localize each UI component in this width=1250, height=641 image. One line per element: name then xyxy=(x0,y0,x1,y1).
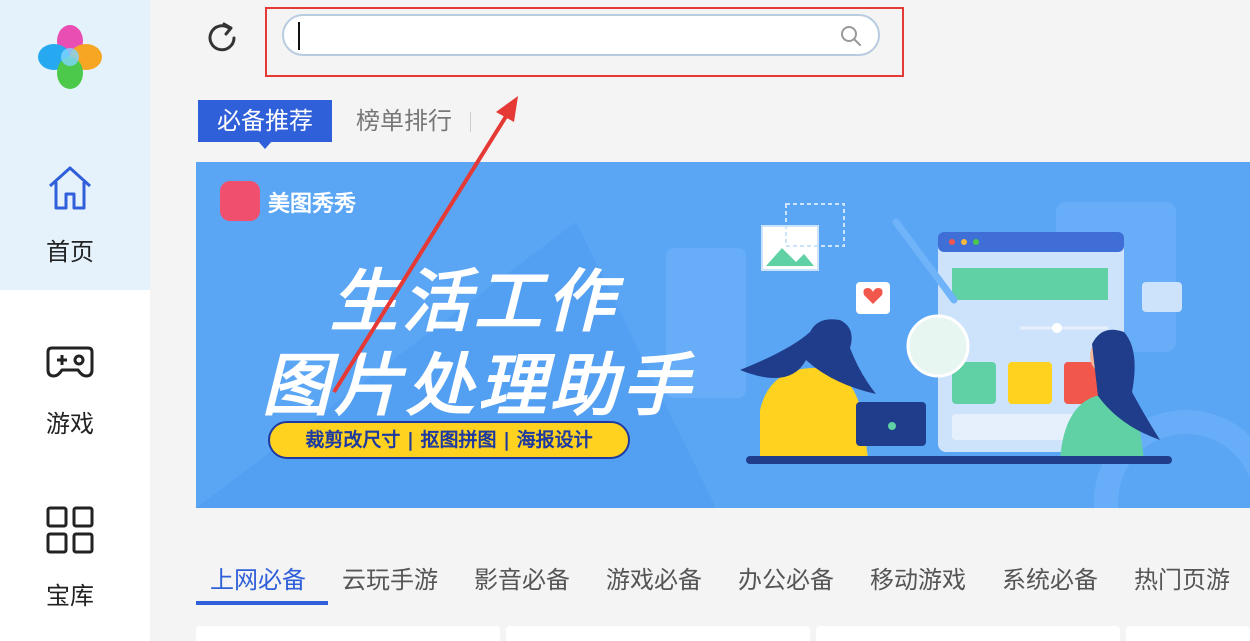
annotation-highlight-box xyxy=(265,7,904,77)
banner-brand: 美图秀秀 xyxy=(268,192,357,217)
category-tab-game-essentials[interactable]: 游戏必备 xyxy=(606,560,702,595)
logo-area xyxy=(0,0,150,118)
category-tab-mobile-games[interactable]: 移动游戏 xyxy=(870,560,966,595)
nav-item-games[interactable]: 游戏 xyxy=(0,290,150,462)
home-icon xyxy=(48,166,92,210)
category-tab-system[interactable]: 系统必备 xyxy=(1002,560,1098,595)
category-tab-cloud-games[interactable]: 云玩手游 xyxy=(342,560,438,595)
category-tab-internet[interactable]: 上网必备 xyxy=(210,560,306,595)
banner-illustration xyxy=(740,203,1182,464)
nav-item-library[interactable]: 宝库 xyxy=(0,462,150,634)
nav-label-library: 宝库 xyxy=(46,582,94,610)
tab-divider xyxy=(470,112,471,132)
gamepad-icon xyxy=(46,346,94,378)
category-active-underline xyxy=(196,601,328,605)
nav-label-games: 游戏 xyxy=(46,410,94,438)
category-tab-media[interactable]: 影音必备 xyxy=(474,560,570,595)
banner-headline-2: 图片处理助手 xyxy=(262,347,695,426)
sidebar: 首页 游戏 宝库 xyxy=(0,0,150,641)
app-card[interactable] xyxy=(816,626,1120,641)
nav-item-home[interactable]: 首页 xyxy=(0,118,150,290)
meitu-logo xyxy=(220,181,260,221)
app-card[interactable] xyxy=(1126,626,1250,641)
banner-feature-pill: 裁剪改尺寸 | 抠图拼图 | 海报设计 xyxy=(268,421,630,459)
category-tab-office[interactable]: 办公必备 xyxy=(738,560,834,595)
tab-pointer xyxy=(258,141,272,149)
tab-recommended[interactable]: 必备推荐 xyxy=(198,100,332,142)
tab-rankings[interactable]: 榜单排行 xyxy=(356,100,452,142)
app-card[interactable] xyxy=(506,626,810,641)
grid-icon xyxy=(46,506,94,554)
app-card[interactable] xyxy=(196,626,500,641)
refresh-icon[interactable] xyxy=(204,20,240,56)
app-logo[interactable] xyxy=(38,25,102,89)
nav-label-home: 首页 xyxy=(46,238,94,266)
category-tab-web-games[interactable]: 热门页游 xyxy=(1134,560,1230,595)
